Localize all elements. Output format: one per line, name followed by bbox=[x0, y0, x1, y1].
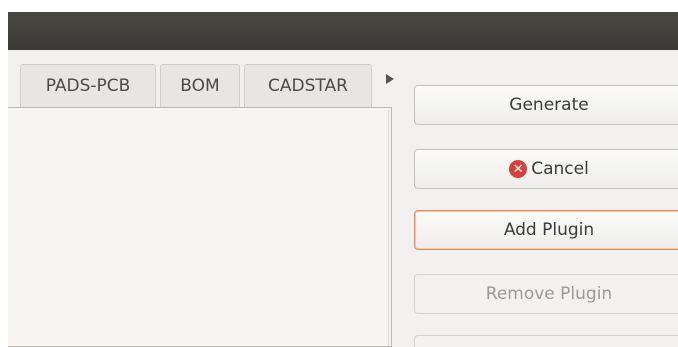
remove-plugin-button[interactable]: Remove Plugin bbox=[414, 274, 678, 314]
remove-plugin-button-label: Remove Plugin bbox=[485, 284, 613, 304]
tab-bom[interactable]: BOM bbox=[160, 64, 240, 107]
partial-button[interactable] bbox=[414, 335, 678, 347]
window-titlebar bbox=[8, 12, 678, 50]
panel-divider bbox=[388, 110, 389, 346]
cancel-button-label: Cancel bbox=[531, 159, 589, 179]
cancel-icon: ✕ bbox=[509, 160, 528, 178]
tab-pads-pcb[interactable]: PADS-PCB bbox=[20, 64, 156, 107]
tab-content-panel bbox=[8, 107, 392, 347]
add-plugin-button[interactable]: Add Plugin bbox=[414, 210, 678, 250]
generate-button-label: Generate bbox=[509, 95, 589, 115]
tab-label: CADSTAR bbox=[268, 76, 348, 96]
cancel-button[interactable]: ✕ Cancel bbox=[414, 149, 678, 189]
tab-label: BOM bbox=[180, 76, 220, 96]
tab-label: PADS-PCB bbox=[45, 76, 131, 96]
dialog-body: PADS-PCB BOM CADSTAR Generate ✕ Cancel A… bbox=[8, 50, 678, 347]
tab-cadstar[interactable]: CADSTAR bbox=[244, 64, 372, 107]
tab-scroll-right-arrow-icon[interactable] bbox=[384, 72, 396, 86]
right-arrow-icon bbox=[386, 74, 394, 84]
generate-button[interactable]: Generate bbox=[414, 85, 678, 125]
add-plugin-button-label: Add Plugin bbox=[503, 220, 595, 240]
